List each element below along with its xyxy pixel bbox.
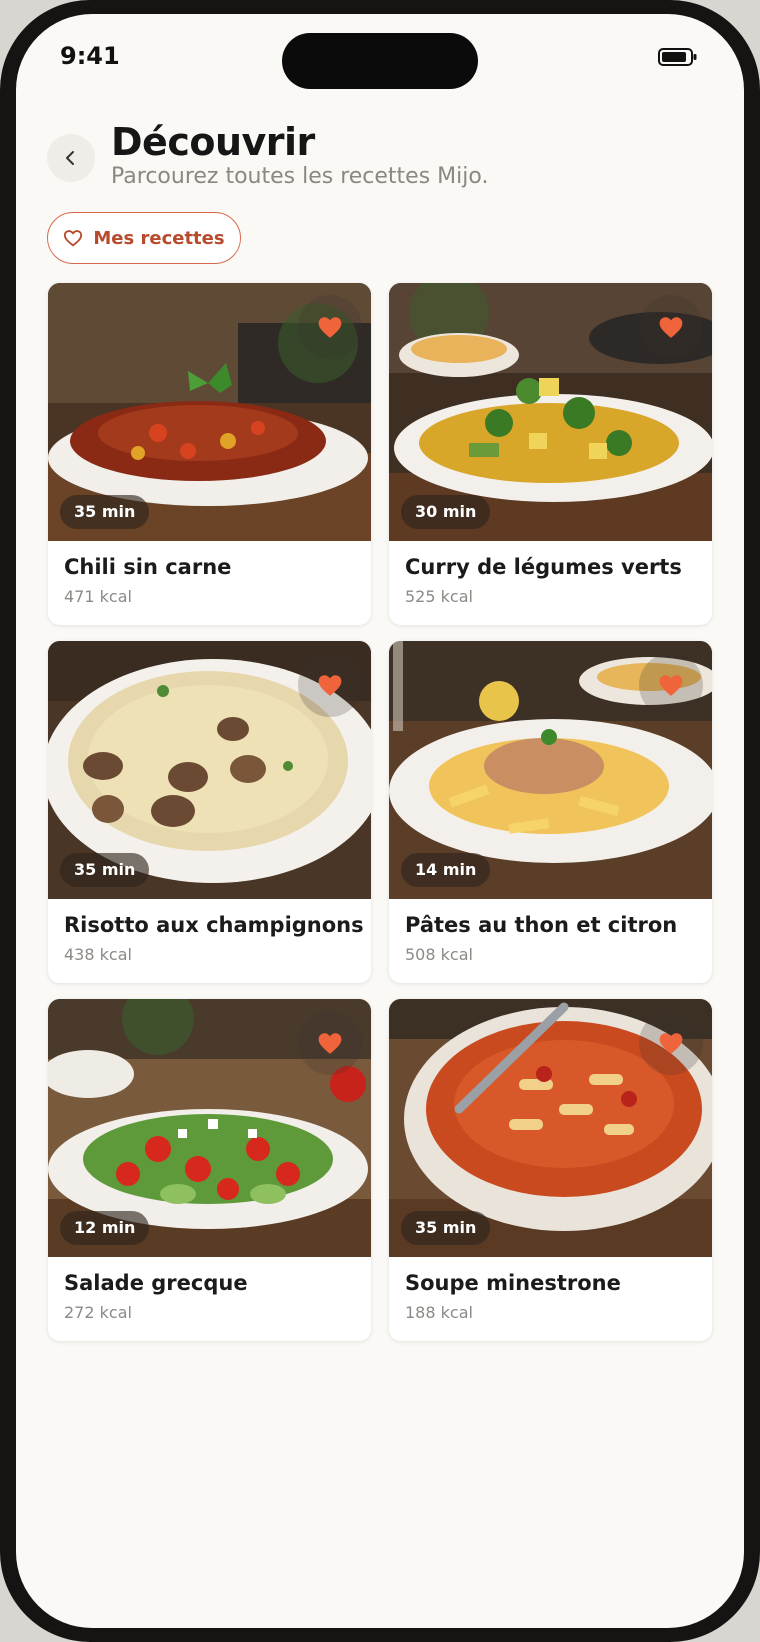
my-recipes-filter-button[interactable]: Mes recettes xyxy=(47,212,241,264)
time-badge: 12 min xyxy=(60,1211,150,1245)
favorite-button[interactable] xyxy=(639,1011,703,1075)
favorite-button[interactable] xyxy=(298,653,362,717)
favorite-button[interactable] xyxy=(639,653,703,717)
favorite-button[interactable] xyxy=(298,295,362,359)
recipe-name: Chili sin carne xyxy=(64,555,232,579)
recipe-name: Soupe minestrone xyxy=(405,1271,621,1295)
heart-filled-icon xyxy=(318,1033,342,1054)
back-button[interactable] xyxy=(47,134,95,182)
heart-outline-icon xyxy=(64,230,83,247)
time-badge: 35 min xyxy=(401,1211,491,1245)
recipe-card[interactable]: 35 min Chili sin carne 471 kcal xyxy=(48,283,371,625)
time-badge: 35 min xyxy=(60,853,150,887)
heart-filled-icon xyxy=(659,675,683,696)
time-badge: 35 min xyxy=(60,495,150,529)
recipe-name: Pâtes au thon et citron xyxy=(405,913,678,937)
recipe-card[interactable]: 30 min Curry de légumes verts 525 kcal xyxy=(389,283,712,625)
recipe-card[interactable]: 14 min Pâtes au thon et citron 508 kcal xyxy=(389,641,712,983)
time-badge: 14 min xyxy=(401,853,491,887)
favorite-button[interactable] xyxy=(298,1011,362,1075)
time-badge: 30 min xyxy=(401,495,491,529)
recipe-kcal: 272 kcal xyxy=(64,1303,132,1322)
heart-filled-icon xyxy=(318,675,342,696)
recipe-name: Risotto aux champignons xyxy=(64,913,364,937)
recipe-card[interactable]: 12 min Salade grecque 272 kcal xyxy=(48,999,371,1341)
chevron-left-icon xyxy=(66,151,74,165)
recipe-kcal: 471 kcal xyxy=(64,587,132,606)
recipe-card[interactable]: 35 min Risotto aux champignons 438 kcal xyxy=(48,641,371,983)
status-time: 9:41 xyxy=(60,42,120,70)
recipe-kcal: 525 kcal xyxy=(405,587,473,606)
app-screen: 9:41 Découvrir Parcourez toutes les rece… xyxy=(16,14,744,1628)
heart-filled-icon xyxy=(659,317,683,338)
recipe-kcal: 508 kcal xyxy=(405,945,473,964)
recipe-name: Salade grecque xyxy=(64,1271,248,1295)
favorite-button[interactable] xyxy=(639,295,703,359)
dynamic-island xyxy=(282,33,478,89)
page-title: Découvrir xyxy=(111,120,315,164)
recipe-name: Curry de légumes verts xyxy=(405,555,682,579)
page-subtitle: Parcourez toutes les recettes Mijo. xyxy=(111,164,489,189)
battery-icon xyxy=(658,48,697,66)
recipe-kcal: 438 kcal xyxy=(64,945,132,964)
recipe-kcal: 188 kcal xyxy=(405,1303,473,1322)
chip-label: Mes recettes xyxy=(93,227,225,249)
heart-filled-icon xyxy=(659,1033,683,1054)
heart-filled-icon xyxy=(318,317,342,338)
recipe-card[interactable]: 35 min Soupe minestrone 188 kcal xyxy=(389,999,712,1341)
phone-frame: 9:41 Découvrir Parcourez toutes les rece… xyxy=(0,0,760,1642)
